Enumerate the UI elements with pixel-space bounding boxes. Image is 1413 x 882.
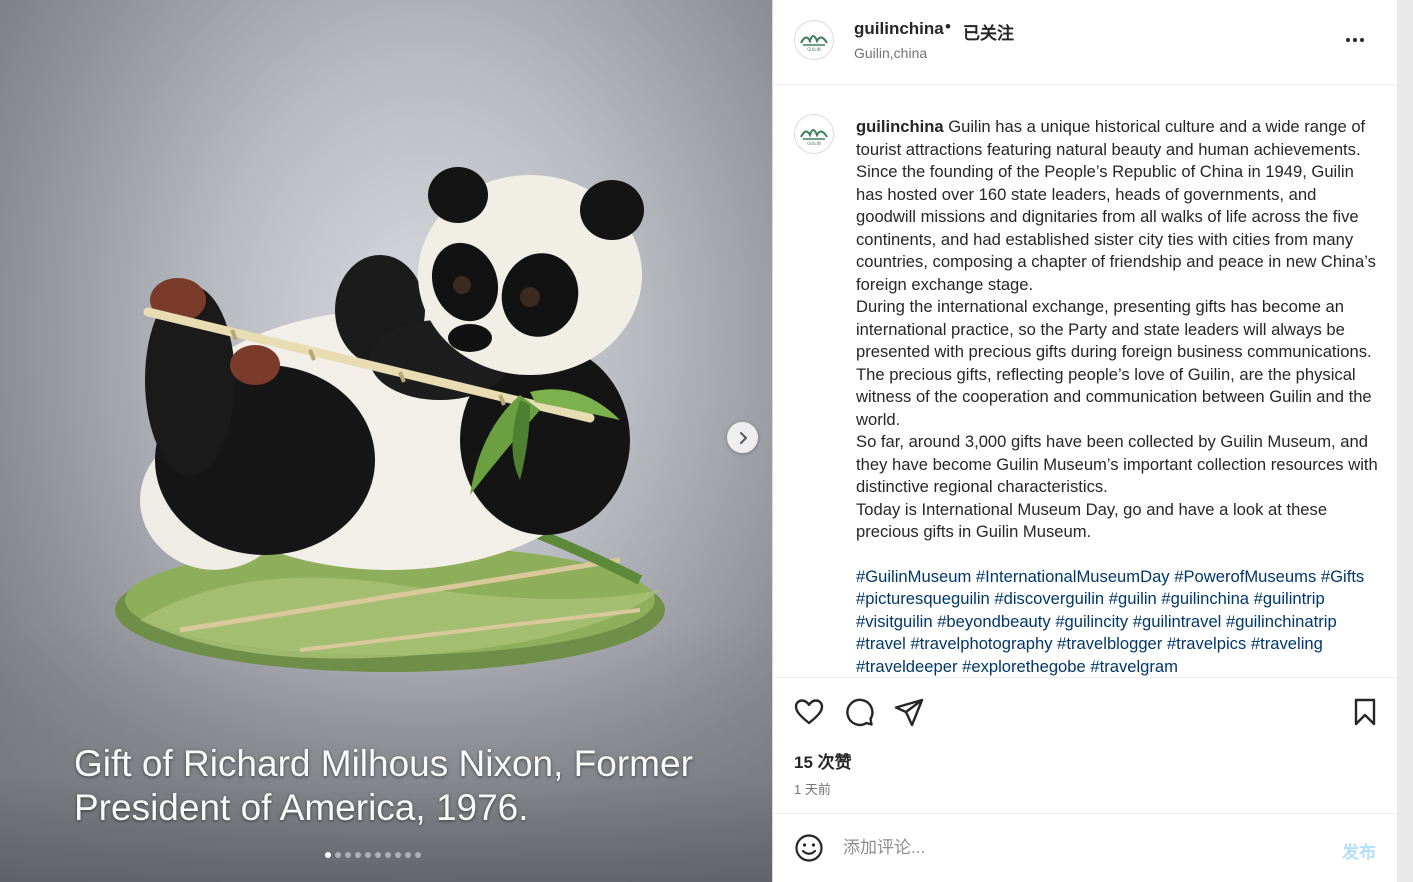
post-actions: 15 次赞 1 天前 bbox=[773, 677, 1398, 813]
heart-icon[interactable] bbox=[793, 696, 825, 728]
post-header: GUILIN guilinchina • 已关注 Guilin,china bbox=[773, 0, 1398, 85]
hashtag-link[interactable]: #traveldeeper bbox=[856, 657, 957, 676]
caption-username[interactable]: guilinchina bbox=[856, 117, 944, 136]
post-side-panel: GUILIN guilinchina • 已关注 Guilin,china GU… bbox=[772, 0, 1398, 882]
hashtag-link[interactable]: #travelphotography bbox=[910, 634, 1052, 653]
carousel-dot bbox=[405, 852, 411, 858]
svg-text:GUILIN: GUILIN bbox=[807, 141, 821, 146]
hashtag-link[interactable]: #travelgram bbox=[1090, 657, 1178, 676]
carousel-dot bbox=[345, 852, 351, 858]
hashtag-link[interactable]: #travelblogger bbox=[1057, 634, 1162, 653]
hashtag-link[interactable]: #PowerofMuseums bbox=[1174, 567, 1316, 586]
next-slide-button[interactable] bbox=[727, 422, 758, 453]
hashtag-link[interactable]: #GuilinMuseum bbox=[856, 567, 971, 586]
media-caption: Gift of Richard Milhous Nixon, Former Pr… bbox=[74, 742, 734, 830]
carousel-dot bbox=[335, 852, 341, 858]
post-location[interactable]: Guilin,china bbox=[854, 45, 927, 61]
caption-paragraph-2: During the international exchange, prese… bbox=[856, 297, 1372, 429]
header-separator: • bbox=[945, 17, 951, 36]
comment-input[interactable] bbox=[843, 834, 1313, 862]
hashtag-link[interactable]: #travelpics bbox=[1167, 634, 1246, 653]
bookmark-icon[interactable] bbox=[1349, 696, 1381, 728]
post-author-username[interactable]: guilinchina bbox=[854, 19, 944, 39]
comment-icon[interactable] bbox=[843, 696, 875, 728]
carousel-dot bbox=[395, 852, 401, 858]
like-count[interactable]: 15 次赞 bbox=[794, 748, 852, 773]
svg-text:GUILIN: GUILIN bbox=[807, 47, 821, 52]
follow-status-button[interactable]: 已关注 bbox=[963, 19, 1014, 44]
carousel-indicator bbox=[325, 852, 421, 858]
carousel-dot bbox=[325, 852, 331, 858]
hashtag-link[interactable]: #guilinchina bbox=[1161, 589, 1249, 608]
hashtag-link[interactable]: #beyondbeauty bbox=[937, 612, 1051, 631]
caption-paragraph-3: So far, around 3,000 gifts have been col… bbox=[856, 432, 1378, 496]
post-timestamp[interactable]: 1 天前 bbox=[794, 779, 831, 798]
hashtag-link[interactable]: #guilincity bbox=[1055, 612, 1128, 631]
hashtag-link[interactable]: #InternationalMuseumDay bbox=[976, 567, 1170, 586]
caption-avatar[interactable]: GUILIN bbox=[794, 114, 834, 154]
post-caption: guilinchina Guilin has a unique historic… bbox=[856, 116, 1378, 676]
post-media[interactable]: Gift of Richard Milhous Nixon, Former Pr… bbox=[0, 0, 772, 882]
more-horizontal-icon[interactable] bbox=[1343, 28, 1367, 52]
carousel-dot bbox=[355, 852, 361, 858]
hashtag-link[interactable]: #guilinchinatrip bbox=[1226, 612, 1337, 631]
caption-paragraph-4: Today is International Museum Day, go an… bbox=[856, 499, 1328, 542]
comments-scroll-area[interactable]: GUILIN guilinchina Guilin has a unique h… bbox=[773, 86, 1398, 676]
avatar[interactable]: GUILIN bbox=[794, 20, 834, 60]
guilin-logo-icon: GUILIN bbox=[800, 129, 828, 146]
chevron-right-icon bbox=[739, 431, 747, 444]
guilin-logo-icon: GUILIN bbox=[800, 35, 828, 52]
share-icon[interactable] bbox=[893, 696, 925, 728]
hashtag-link[interactable]: #discoverguilin bbox=[994, 589, 1104, 608]
carousel-dot bbox=[365, 852, 371, 858]
hashtag-link[interactable]: #Gifts bbox=[1321, 567, 1364, 586]
emoji-icon[interactable] bbox=[794, 833, 824, 863]
caption-text-1: Guilin has a unique historical culture a… bbox=[856, 117, 1376, 294]
media-caption-line-1: Gift of Richard Milhous Nixon, Former bbox=[74, 743, 693, 784]
media-caption-line-2: President of America, 1976. bbox=[74, 787, 529, 828]
hashtag-link[interactable]: #visitguilin bbox=[856, 612, 933, 631]
carousel-dot bbox=[385, 852, 391, 858]
hashtag-link[interactable]: #guilintravel bbox=[1133, 612, 1222, 631]
hashtag-link[interactable]: #traveling bbox=[1251, 634, 1323, 653]
hashtag-list: #GuilinMuseum #InternationalMuseumDay #P… bbox=[856, 566, 1378, 677]
page-scroll-gutter[interactable] bbox=[1397, 0, 1413, 882]
post-comment-button[interactable]: 发布 bbox=[1342, 838, 1376, 863]
hashtag-link[interactable]: #explorethegobe bbox=[962, 657, 1086, 676]
hashtag-link[interactable]: #picturesqueguilin bbox=[856, 589, 990, 608]
carousel-dot bbox=[375, 852, 381, 858]
comment-composer: 发布 bbox=[773, 813, 1398, 882]
caption-gap bbox=[856, 544, 1378, 566]
hashtag-link[interactable]: #guilintrip bbox=[1254, 589, 1325, 608]
caption-paragraph-1: guilinchina Guilin has a unique historic… bbox=[856, 116, 1378, 296]
hashtag-link[interactable]: #travel bbox=[856, 634, 906, 653]
carousel-dot bbox=[415, 852, 421, 858]
hashtag-link[interactable]: #guilin bbox=[1109, 589, 1157, 608]
